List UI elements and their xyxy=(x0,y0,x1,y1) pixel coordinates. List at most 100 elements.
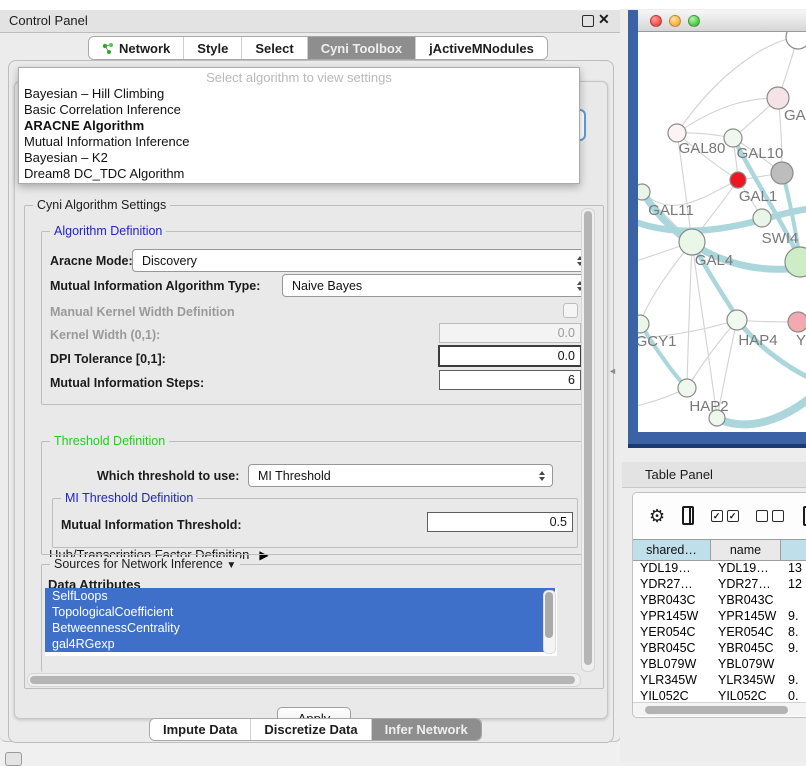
manual-kernel-checkbox[interactable] xyxy=(563,303,578,318)
bottom-tab-infer-network[interactable]: Infer Network xyxy=(372,719,481,740)
dropdown-item[interactable]: Basic Correlation Inference xyxy=(19,102,579,118)
group-title: Cyni Algorithm Settings xyxy=(33,198,170,212)
deselect-all-icon[interactable] xyxy=(756,510,784,522)
table-row[interactable]: YDR27…YDR27…12 xyxy=(633,576,806,592)
mi-type-label: Mutual Information Algorithm Type: xyxy=(50,279,260,293)
minimized-panel-icon[interactable] xyxy=(5,752,22,766)
network-node-y[interactable] xyxy=(788,312,806,332)
aracne-mode-label: Aracne Mode: xyxy=(50,254,133,268)
table-horizontal-scrollbar[interactable] xyxy=(633,702,806,716)
page-icon[interactable] xyxy=(803,506,806,526)
network-node-hap2[interactable] xyxy=(678,379,696,397)
tab-label: Select xyxy=(255,41,293,56)
table-cell: 0. xyxy=(781,688,806,703)
tab-network[interactable]: Network xyxy=(89,37,184,59)
network-node[interactable] xyxy=(786,32,806,49)
mi-type-value: Naive Bayes xyxy=(292,279,362,293)
network-window-titlebar[interactable] xyxy=(638,10,806,32)
table-row[interactable]: YPR145WYPR145W9. xyxy=(633,608,806,624)
tab-cyni-toolbox[interactable]: Cyni Toolbox xyxy=(308,37,416,59)
network-node[interactable] xyxy=(785,247,806,277)
attribute-item[interactable]: SelfLoops xyxy=(45,588,555,604)
table-cell: YPR145W xyxy=(633,608,711,624)
bottom-tab-discretize-data[interactable]: Discretize Data xyxy=(251,719,371,740)
dpi-tolerance-field[interactable]: 0.0 xyxy=(438,345,582,367)
table-panel-titlebar[interactable]: Table Panel xyxy=(622,462,806,488)
dropdown-item[interactable]: Dream8 DC_TDC Algorithm xyxy=(19,166,579,182)
network-node-gal11[interactable] xyxy=(638,184,650,200)
table-cell: YBR045C xyxy=(711,640,781,656)
table-cell: 9. xyxy=(781,608,806,624)
dropdown-item[interactable]: ARACNE Algorithm xyxy=(19,118,579,134)
which-threshold-combobox[interactable]: MI Threshold xyxy=(248,464,553,487)
attribute-item[interactable]: TopologicalCoefficient xyxy=(45,604,555,620)
column-header[interactable]: A xyxy=(781,540,806,560)
algorithm-definition-group: Algorithm Definition Aracne Mode: Discov… xyxy=(41,231,589,405)
table-hscroll-thumb[interactable] xyxy=(645,706,788,714)
dropdown-items: Bayesian – Hill ClimbingBasic Correlatio… xyxy=(19,86,579,182)
table-row[interactable]: YBR043CYBR043C xyxy=(633,592,806,608)
node-label: SWI4 xyxy=(762,230,799,247)
mac-close-button[interactable] xyxy=(650,15,662,27)
network-canvas[interactable]: GALGAL80GAL10GAL1GAL11SWI4GAL4HAP4YGCY1H… xyxy=(638,32,806,432)
table-cell: YBR043C xyxy=(711,592,781,608)
tab-label: jActiveMNodules xyxy=(429,41,534,56)
bottom-tab-impute-data[interactable]: Impute Data xyxy=(150,719,251,740)
control-panel-tabbar: NetworkStyle Select Cyni Toolbox jActiveMNo… xyxy=(88,36,548,60)
kernel-width-field[interactable]: 0.0 xyxy=(439,323,581,343)
attributes-scrollbar-thumb[interactable] xyxy=(545,592,553,638)
table-row[interactable]: YDL19…YDL19…13 xyxy=(633,560,806,576)
network-node-gcy1[interactable] xyxy=(638,315,649,333)
aracne-mode-combobox[interactable]: Discovery xyxy=(132,249,591,272)
settings-vertical-scrollbar[interactable] xyxy=(581,208,595,672)
close-icon[interactable]: ✕ xyxy=(598,11,610,28)
table-cell: YIL052C xyxy=(711,688,781,703)
sources-title[interactable]: Sources for Network Inference ▼ xyxy=(50,557,240,571)
splitter-collapse-icon[interactable]: ◄ xyxy=(608,366,617,376)
settings-horizontal-scrollbar[interactable] xyxy=(27,673,581,687)
network-icon xyxy=(102,42,114,55)
network-node-swi4[interactable] xyxy=(753,209,771,227)
network-node[interactable] xyxy=(771,162,793,184)
mi-algorithm-type-combobox[interactable]: Naive Bayes xyxy=(282,274,591,297)
table-row[interactable]: YBR045CYBR045C9. xyxy=(633,640,806,656)
table-row[interactable]: YER054CYER054C8. xyxy=(633,624,806,640)
gear-icon[interactable]: ⚙ xyxy=(649,507,665,525)
mac-zoom-button[interactable] xyxy=(688,15,700,27)
node-label: GAL xyxy=(784,107,806,124)
attribute-item[interactable]: gal4RGexp xyxy=(45,636,555,652)
panel-title: Control Panel xyxy=(9,13,88,28)
stepper-arrows-icon xyxy=(539,471,545,481)
table-header-row: shared…nameA xyxy=(633,539,806,561)
mac-minimize-button[interactable] xyxy=(669,15,681,27)
dropdown-item[interactable]: Mutual Information Inference xyxy=(19,134,579,150)
table-cell: YER054C xyxy=(711,624,781,640)
network-node-hap4[interactable] xyxy=(727,310,747,330)
table-row[interactable]: YIL052CYIL052C0. xyxy=(633,688,806,703)
threshold-definition-group: Threshold Definition Which threshold to … xyxy=(41,441,589,555)
tab-style[interactable]: Style xyxy=(184,37,242,59)
tab-jactivemnodules[interactable]: jActiveMNodules xyxy=(416,37,547,59)
float-window-icon[interactable] xyxy=(582,15,594,27)
settings-hscroll-thumb[interactable] xyxy=(30,676,575,684)
network-node-gal[interactable] xyxy=(767,87,789,109)
table-row[interactable]: YBL079WYBL079W xyxy=(633,656,806,672)
tab-select[interactable]: Select xyxy=(242,37,307,59)
attribute-item[interactable]: BetweennessCentrality xyxy=(45,620,555,636)
dropdown-item[interactable]: Bayesian – K2 xyxy=(19,150,579,166)
mi-threshold-field[interactable]: 0.5 xyxy=(427,512,573,532)
select-all-icon[interactable]: ✓ ✓ xyxy=(711,510,739,522)
data-attributes-list[interactable]: SelfLoopsTopologicalCoefficientBetweenne… xyxy=(45,588,557,656)
table-row[interactable]: YLR345WYLR345W9. xyxy=(633,672,806,688)
unchecked-box-icon xyxy=(756,510,768,522)
column-header[interactable]: shared… xyxy=(633,540,711,560)
dropdown-item[interactable]: Bayesian – Hill Climbing xyxy=(19,86,579,102)
settings-vscroll-thumb[interactable] xyxy=(584,211,592,665)
mi-steps-field[interactable]: 6 xyxy=(439,370,581,390)
control-panel-titlebar[interactable]: Control Panel ✕ xyxy=(0,10,620,33)
node-label: HAP2 xyxy=(689,398,728,415)
network-node-gal1[interactable] xyxy=(730,172,746,188)
column-header[interactable]: name xyxy=(711,540,781,560)
split-columns-icon[interactable] xyxy=(682,506,693,525)
mi-threshold-label: Mutual Information Threshold: xyxy=(61,518,242,532)
